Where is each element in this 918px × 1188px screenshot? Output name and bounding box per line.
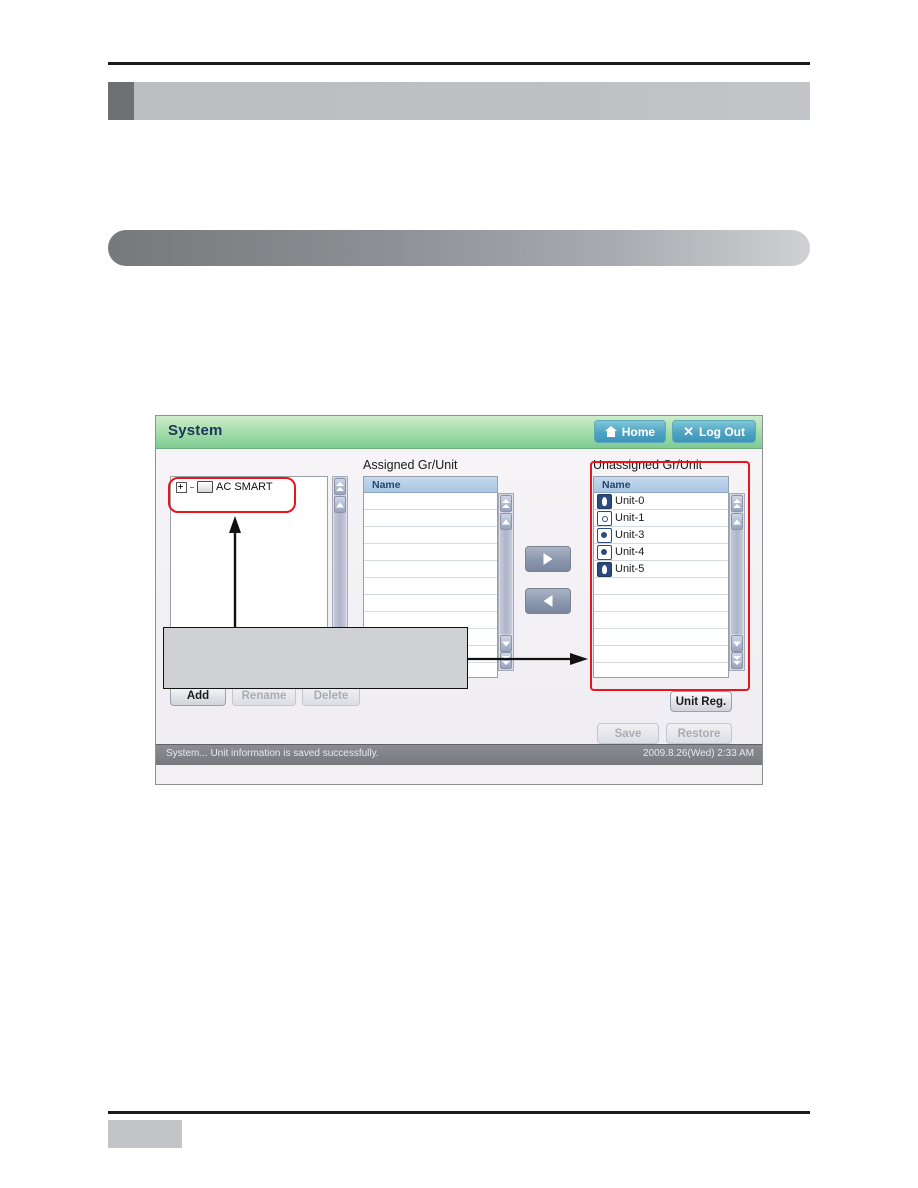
list-item[interactable]: Unit-5 xyxy=(594,561,728,578)
list-item[interactable] xyxy=(594,612,728,629)
home-icon xyxy=(604,426,617,437)
assigned-panel-label: Assigned Gr/Unit xyxy=(363,458,458,472)
chevron-up-icon xyxy=(502,519,510,524)
assigned-scroll-down-button[interactable] xyxy=(500,635,512,652)
list-item-label: Unit-5 xyxy=(615,563,645,575)
assigned-scroll-up-button[interactable] xyxy=(500,513,512,530)
assigned-column-header: Name xyxy=(364,477,497,493)
table-row[interactable] xyxy=(364,595,497,612)
tree-node-ac-smart[interactable]: AC SMART xyxy=(171,477,327,493)
double-chevron-up-icon xyxy=(336,481,344,486)
list-item-label: Unit-3 xyxy=(615,529,645,541)
list-item[interactable] xyxy=(594,595,728,612)
list-item-label: Unit-4 xyxy=(615,546,645,558)
titlebar-button-group: Home ✕ Log Out xyxy=(593,420,756,443)
double-chevron-up-icon xyxy=(502,498,510,503)
unassigned-scroll-track[interactable] xyxy=(731,530,743,634)
tree-scroll-top-button[interactable] xyxy=(334,478,346,495)
home-button[interactable]: Home xyxy=(593,420,667,443)
triangle-left-icon xyxy=(543,595,553,607)
assigned-scroll-top-button[interactable] xyxy=(500,495,512,512)
close-x-icon: ✕ xyxy=(683,424,695,439)
double-chevron-up-icon-lower xyxy=(733,503,741,508)
list-item[interactable]: Unit-3 xyxy=(594,527,728,544)
home-button-label: Home xyxy=(621,424,656,439)
unassigned-scroll-up-button[interactable] xyxy=(731,513,743,530)
list-item[interactable]: Unit-0 xyxy=(594,493,728,510)
house-unit-icon xyxy=(597,527,612,543)
table-row[interactable] xyxy=(364,510,497,527)
restore-button[interactable]: Restore xyxy=(666,723,732,744)
monitor-icon xyxy=(197,481,213,493)
unassigned-panel-label: Unassigned Gr/Unit xyxy=(593,458,703,472)
table-row[interactable] xyxy=(364,578,497,595)
chevron-down-icon xyxy=(502,641,510,646)
chevron-down-icon xyxy=(733,641,741,646)
plus-box-icon[interactable] xyxy=(176,481,187,493)
page-bottom-rule xyxy=(108,1111,810,1114)
callout-box xyxy=(163,627,468,689)
logout-button[interactable]: ✕ Log Out xyxy=(672,420,756,443)
unassigned-scroll-bottom-button[interactable] xyxy=(731,652,743,669)
list-item[interactable]: Unit-4 xyxy=(594,544,728,561)
application-screenshot: System Home ✕ Log Out AC SMART Assigned … xyxy=(155,415,763,785)
table-row[interactable] xyxy=(364,544,497,561)
unassigned-list-panel[interactable]: Name Unit-0 Unit-1 Unit-3 Unit-4 Unit-5 xyxy=(593,476,729,678)
logout-button-label: Log Out xyxy=(699,424,745,439)
chevron-up-icon xyxy=(336,502,344,507)
double-chevron-down-icon-lower xyxy=(502,660,510,665)
list-item[interactable] xyxy=(594,629,728,646)
assign-right-button[interactable] xyxy=(525,546,571,572)
page-header-banner xyxy=(108,82,810,120)
list-item-label: Unit-1 xyxy=(615,512,645,524)
status-bar: System... Unit information is saved succ… xyxy=(156,744,762,765)
tree-node-label: AC SMART xyxy=(216,481,273,493)
section-pill-bar xyxy=(108,230,810,266)
page-header-banner-tab xyxy=(108,82,134,120)
unit-reg-button[interactable]: Unit Reg. xyxy=(670,691,732,712)
list-item-label: Unit-0 xyxy=(615,495,645,507)
table-row[interactable] xyxy=(364,527,497,544)
table-row[interactable] xyxy=(364,561,497,578)
house-unit-icon xyxy=(597,544,612,560)
list-item[interactable]: Unit-1 xyxy=(594,510,728,527)
save-button[interactable]: Save xyxy=(597,723,659,744)
assigned-scroll-bottom-button[interactable] xyxy=(500,652,512,669)
indoor-unit-icon xyxy=(597,561,612,577)
unassigned-scroll-top-button[interactable] xyxy=(731,495,743,512)
unassigned-list-rows[interactable]: Unit-0 Unit-1 Unit-3 Unit-4 Unit-5 xyxy=(594,493,728,663)
assigned-scrollbar[interactable] xyxy=(498,493,514,671)
unassign-left-button[interactable] xyxy=(525,588,571,614)
double-chevron-up-icon-lower xyxy=(336,486,344,491)
double-chevron-up-icon xyxy=(733,498,741,503)
chevron-up-icon xyxy=(733,519,741,524)
status-datetime: 2009.8.26(Wed) 2:33 AM xyxy=(643,748,754,759)
tree-scroll-up-button[interactable] xyxy=(334,496,346,513)
double-chevron-down-icon xyxy=(733,655,741,660)
table-row[interactable] xyxy=(364,493,497,510)
triangle-right-icon xyxy=(543,553,553,565)
double-chevron-down-icon-lower xyxy=(733,660,741,665)
page-title: System xyxy=(168,422,223,439)
app-titlebar: System Home ✕ Log Out xyxy=(156,416,762,449)
unassigned-scrollbar[interactable] xyxy=(729,493,745,671)
page-footer-block xyxy=(108,1120,182,1148)
tree-connector-line xyxy=(190,486,194,488)
unassigned-scroll-down-button[interactable] xyxy=(731,635,743,652)
double-chevron-down-icon xyxy=(502,655,510,660)
assigned-scroll-track[interactable] xyxy=(500,530,512,634)
indoor-unit-icon xyxy=(597,493,612,509)
ventilation-unit-icon xyxy=(597,510,612,526)
list-item[interactable] xyxy=(594,646,728,663)
unassigned-column-header: Name xyxy=(594,477,728,493)
list-item[interactable] xyxy=(594,578,728,595)
double-chevron-up-icon-lower xyxy=(502,503,510,508)
page-top-rule xyxy=(108,62,810,65)
status-message: System... Unit information is saved succ… xyxy=(166,748,379,759)
app-body: AC SMART Assigned Gr/Unit Name Unassigne… xyxy=(156,449,762,765)
